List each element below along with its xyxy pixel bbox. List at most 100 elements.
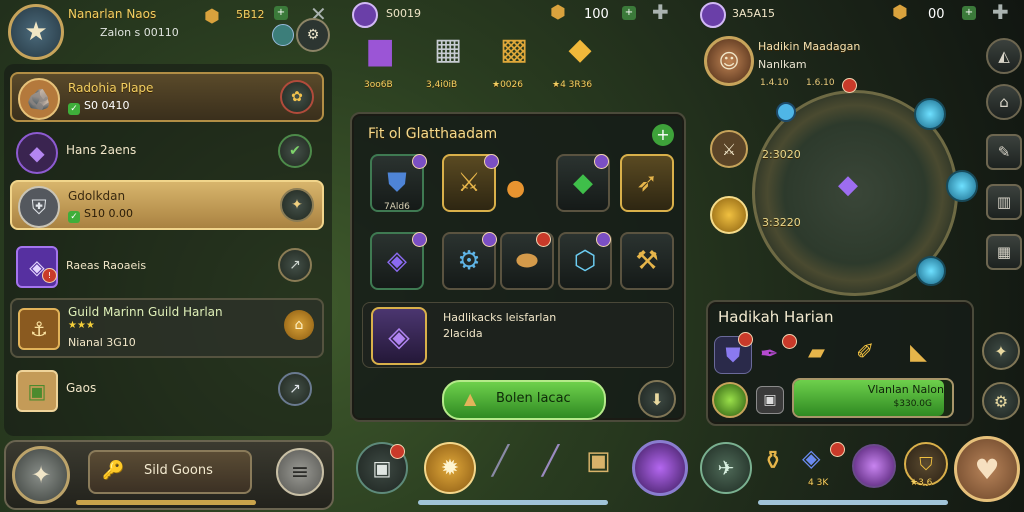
download-button[interactable]: ⬇	[638, 380, 676, 418]
gold-chest-item[interactable]: ▩	[492, 32, 536, 76]
amethyst-item[interactable]	[852, 444, 896, 488]
portal-button[interactable]	[632, 440, 688, 496]
crate-item[interactable]: ▣	[586, 446, 611, 476]
item-slot-4[interactable]: ➶	[620, 154, 674, 212]
hero-item-5[interactable]: ◣	[910, 340, 927, 365]
map-center-crystal[interactable]: ◆	[838, 170, 858, 200]
guild-row-5[interactable]: ⚓ Guild Marinn Guild Harlan ★★★ Nianal 3…	[10, 298, 324, 358]
guild-row-3[interactable]: ⛨ Gdolkdan ✓ S10 0.00 ✦	[10, 180, 324, 230]
craft-action-button[interactable]: ▲ Bolen lacac	[442, 380, 606, 420]
map-button[interactable]: ✈	[700, 442, 752, 494]
guild-row-1-action[interactable]: ✿	[280, 80, 314, 114]
side-button-2[interactable]: ⌂	[986, 84, 1022, 120]
guild-row-4-title: Raeas Raoaeis	[66, 259, 147, 272]
rock-icon: 🪨	[18, 78, 60, 120]
heart-button[interactable]: ♥	[954, 436, 1020, 502]
add-gold-button[interactable]: +	[622, 6, 636, 20]
guild-row-6[interactable]: ▣ Gaos ↗	[10, 366, 320, 412]
guild-row-5-action[interactable]: ⌂	[284, 310, 314, 340]
gold-crate-item[interactable]: ◆	[558, 32, 602, 76]
selected-item-slot[interactable]: ◈	[371, 307, 427, 365]
purple-chest-item[interactable]: ▆	[360, 32, 400, 76]
item-badge	[596, 232, 611, 247]
silver-chest-label: 3,4i0iB	[426, 80, 458, 90]
hero-item-2[interactable]: ✒	[760, 342, 778, 367]
silver-chest-item[interactable]: ▦	[428, 32, 468, 76]
hero-item-3[interactable]: ▰	[808, 340, 825, 365]
guild-row-4-action[interactable]: ↗	[278, 248, 312, 282]
hero-progress-label: Vlanlan Nalon	[867, 383, 944, 396]
bottom-left-bar: ✦ 🔑 Sild Goons ≡	[4, 440, 334, 510]
map-node-coin[interactable]	[710, 196, 748, 234]
player-subtitle: Zalon s 00110	[100, 26, 179, 39]
side-button-6[interactable]: ✦	[982, 332, 1020, 370]
staff-item[interactable]: ╱	[542, 444, 559, 477]
hero-item-4[interactable]: ✐	[856, 340, 874, 365]
wand-item[interactable]: ╱	[492, 444, 509, 477]
ship-icon: ⚓	[18, 308, 60, 350]
map-node-teal-2[interactable]	[946, 170, 978, 202]
side-button-4[interactable]: ▥	[986, 184, 1022, 220]
menu-button[interactable]: ≡	[276, 448, 324, 496]
fruit-item[interactable]: ●	[506, 176, 525, 201]
map-node-teal-1[interactable]	[914, 98, 946, 130]
amethyst-icon: ◆	[16, 132, 58, 174]
craft-panel: Fit ol Glatthaadam + ⛊ 7Ald6 ⚔ ● ◆ ➶ ◈ ⚙…	[350, 112, 686, 422]
item-badge	[412, 232, 427, 247]
armor-icon: ⛨	[18, 186, 60, 228]
guild-row-2-action[interactable]: ✔	[278, 134, 312, 168]
guild-row-4[interactable]: ◈ ! Raeas Raoaeis ↗	[10, 242, 320, 288]
side-button-1[interactable]: ◭	[986, 38, 1022, 74]
side-button-7[interactable]: ⚙	[982, 382, 1020, 420]
guild-row-3-title: Gdolkdan	[68, 189, 126, 203]
bow-item-icon: ➶	[636, 168, 658, 198]
item-detail-title: Hadlikacks leisfarlan	[443, 311, 557, 324]
notification-badge	[842, 78, 857, 93]
build-goods-button[interactable]: 🔑 Sild Goons	[88, 450, 252, 494]
add-gold-button[interactable]: +	[962, 6, 976, 20]
compass-button[interactable]: ✹	[424, 442, 476, 494]
map-label-2: 3:3220	[762, 216, 801, 229]
side-button-5[interactable]: ▦	[986, 234, 1022, 270]
hero-progress-bar: Vlanlan Nalon $330.0G	[792, 378, 954, 418]
side-button-3[interactable]: ✎	[986, 134, 1022, 170]
guild-row-3-action[interactable]: ✦	[280, 188, 314, 222]
guild-row-2-title: Hans 2aens	[66, 143, 137, 157]
gold-count: 00	[928, 7, 945, 22]
notification-badge: !	[42, 268, 57, 283]
mid-progress-bar	[418, 500, 608, 505]
build-goods-label: Sild Goons	[144, 463, 213, 478]
star-icon: ★	[24, 17, 48, 47]
shield-item-icon: ⛊	[387, 167, 407, 198]
gold-icon: ⬢	[204, 6, 220, 27]
shield-icon[interactable]	[272, 24, 294, 46]
guild-row-2[interactable]: ◆ Hans 2aens ✔	[10, 128, 320, 174]
puzzle-icon[interactable]: ✚	[652, 0, 669, 24]
mid-header: S0019 ⬢ 100 + ✚	[346, 0, 686, 28]
right-header: 3A5A15 ⬢ 00 + ✚	[696, 0, 1022, 28]
add-button[interactable]: +	[652, 124, 674, 146]
hero-panel: Hadikah Harian ⛊ ✒ ▰ ✐ ◣ ▣ Vlanlan Nalon…	[706, 300, 974, 426]
hero-item-6[interactable]	[712, 382, 748, 418]
guild-row-6-action[interactable]: ↗	[278, 372, 312, 406]
guild-row-1[interactable]: 🪨 Radohia Plape ✓ S0 0410 ✿	[10, 72, 324, 122]
map-node-warrior[interactable]: ⚔	[710, 130, 748, 168]
check-icon: ✓	[68, 103, 80, 115]
rock-icon: ✦	[30, 461, 52, 489]
map-node-blue[interactable]	[776, 102, 796, 122]
hero-avatar[interactable]: ☺	[704, 36, 754, 86]
potion-item[interactable]: ⚱	[762, 446, 784, 476]
gem-count: S0019	[386, 7, 421, 20]
guild-row-1-title: Radohia Plape	[68, 81, 154, 95]
guild-emblem-button[interactable]: ✦	[12, 446, 70, 504]
hero-item-7[interactable]: ▣	[756, 386, 784, 414]
item-slot-9[interactable]: ⚒	[620, 232, 674, 290]
settings-button[interactable]: ⚙	[296, 18, 330, 52]
puzzle-icon[interactable]: ✚	[992, 0, 1009, 24]
player-avatar[interactable]: ★	[8, 4, 64, 60]
item-badge	[484, 154, 499, 169]
add-gold-button[interactable]: +	[274, 6, 288, 20]
guild-row-5-sub: Nianal 3G10	[68, 336, 136, 349]
map-node-teal-3[interactable]	[916, 256, 946, 286]
notification-badge	[782, 334, 797, 349]
